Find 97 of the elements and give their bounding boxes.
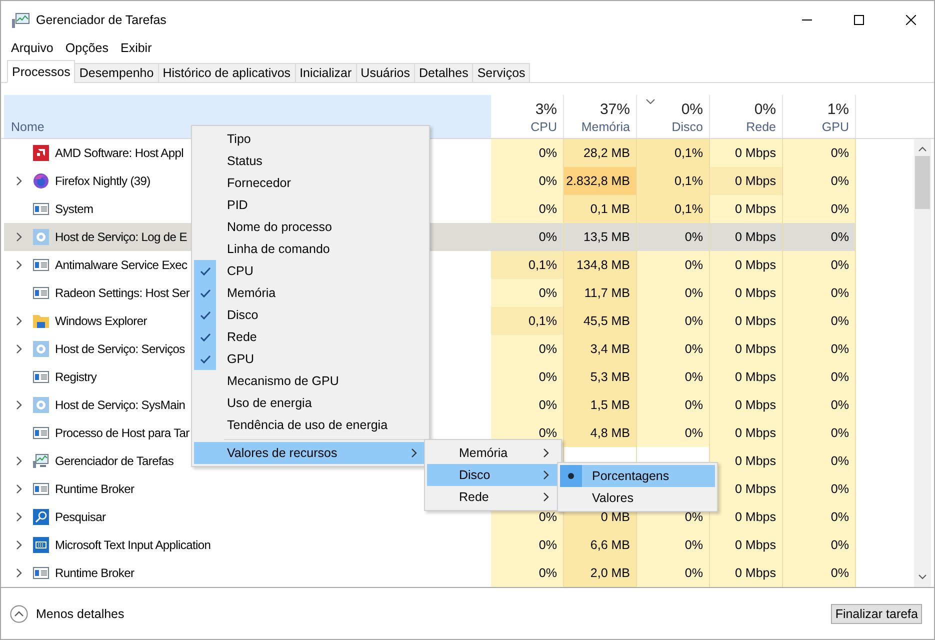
table-cell: 0% — [491, 391, 564, 419]
process-name: Processo de Host para Tar — [55, 426, 190, 440]
process-name: Windows Explorer — [55, 314, 147, 328]
table-cell: 0 Mbps — [710, 223, 783, 251]
table-cell: 0 Mbps — [710, 559, 783, 587]
table-cell: 0 Mbps — [710, 279, 783, 307]
column-percent: 37% — [600, 101, 630, 118]
table-cell: 0% — [491, 139, 564, 167]
table-cell: 0% — [783, 475, 856, 503]
table-cell: 0% — [491, 559, 564, 587]
table-cell: 1,5 MB — [564, 391, 637, 419]
table-cell: 0% — [783, 195, 856, 223]
process-name: System — [55, 202, 94, 216]
table-cell: 0% — [637, 419, 710, 447]
table-cell: 28,2 MB — [564, 139, 637, 167]
table-cell: 0% — [783, 139, 856, 167]
table-cell: 4,8 MB — [564, 419, 637, 447]
table-cell: 13,5 MB — [564, 223, 637, 251]
table-cell: 5,3 MB — [564, 363, 637, 391]
process-name: Host de Serviço: SysMain — [55, 398, 186, 412]
process-name: Firefox Nightly (39) — [55, 174, 150, 188]
column-label: Rede — [746, 120, 776, 134]
table-cell: 0% — [783, 279, 856, 307]
table-cell: 0 Mbps — [710, 251, 783, 279]
table-cell: 0% — [783, 447, 856, 475]
process-name: Antimalware Service Exec — [55, 258, 188, 272]
table-cell: 0 Mbps — [710, 167, 783, 195]
column-percent: 0% — [754, 101, 776, 118]
table-cell: 0% — [637, 363, 710, 391]
table-cell: 0% — [783, 335, 856, 363]
process-name: Registry — [55, 370, 97, 384]
table-cell: 0% — [783, 559, 856, 587]
table-cell: 0% — [491, 195, 564, 223]
window-title: Gerenciador de Tarefas — [36, 13, 168, 27]
table-cell: 0% — [637, 559, 710, 587]
table-cell: 0 Mbps — [710, 531, 783, 559]
table-cell: 0,1 MB — [564, 195, 637, 223]
table-cell: 0 Mbps — [710, 419, 783, 447]
process-name: Host de Serviço: Log de E — [55, 230, 187, 244]
table-cell: 0 Mbps — [710, 195, 783, 223]
table-cell: 0 Mbps — [710, 335, 783, 363]
table-cell: 3,4 MB — [564, 335, 637, 363]
table-cell: 0 Mbps — [710, 307, 783, 335]
table-cell: 0% — [783, 531, 856, 559]
process-name: Gerenciador de Tarefas — [55, 454, 174, 468]
process-name: Microsoft Text Input Application — [55, 538, 211, 552]
table-cell: 0% — [637, 307, 710, 335]
table-cell: 0% — [783, 391, 856, 419]
process-name: Pesquisar — [55, 510, 106, 524]
process-name: AMD Software: Host Appl — [55, 146, 184, 160]
table-cell: 0 Mbps — [710, 447, 783, 475]
process-name: Host de Serviço: Serviços — [55, 342, 185, 356]
table-cell: 0% — [491, 167, 564, 195]
process-name: Radeon Settings: Host Ser — [55, 286, 190, 300]
column-label: CPU — [530, 120, 557, 134]
column-label: Memória — [581, 120, 630, 134]
table-cell: 0% — [783, 419, 856, 447]
column-percent: 0% — [681, 101, 703, 118]
table-cell: 0% — [783, 503, 856, 531]
table-cell: 0% — [637, 279, 710, 307]
column-percent: 1% — [827, 101, 849, 118]
table-cell: 134,8 MB — [564, 251, 637, 279]
table-cell: 0 Mbps — [710, 139, 783, 167]
table-cell: 0% — [783, 167, 856, 195]
table-cell: 0,1% — [491, 307, 564, 335]
table-cell: 0,1% — [491, 251, 564, 279]
column-percent: 3% — [535, 101, 557, 118]
table-cell: 0 Mbps — [710, 363, 783, 391]
table-cell: 0% — [637, 531, 710, 559]
table-cell: 0% — [637, 391, 710, 419]
table-cell: 0,1% — [637, 139, 710, 167]
table-cell: 0% — [491, 363, 564, 391]
table-cell: 6,6 MB — [564, 531, 637, 559]
table-cell: 0% — [491, 223, 564, 251]
table-cell: 0% — [783, 307, 856, 335]
column-label: Disco — [672, 120, 703, 134]
table-cell: 2.832,8 MB — [564, 167, 637, 195]
table-cell: 45,5 MB — [564, 307, 637, 335]
table-cell: 0% — [637, 223, 710, 251]
column-label: Nome — [11, 120, 44, 134]
table-cell: 11,7 MB — [564, 279, 637, 307]
table-cell: 0,1% — [637, 167, 710, 195]
table-cell: 0% — [783, 363, 856, 391]
table-cell: 0% — [783, 223, 856, 251]
table-cell: 0% — [637, 251, 710, 279]
table-cell: 0% — [491, 335, 564, 363]
table-cell: 0 Mbps — [710, 391, 783, 419]
table-cell: 0,1% — [637, 195, 710, 223]
table-cell: 0 Mbps — [710, 503, 783, 531]
table-cell: 0% — [783, 251, 856, 279]
process-name: Runtime Broker — [55, 482, 134, 496]
table-cell: 2,0 MB — [564, 559, 637, 587]
table-cell: 0% — [491, 531, 564, 559]
table-cell: 0% — [491, 279, 564, 307]
process-name: Runtime Broker — [55, 566, 134, 580]
column-label: GPU — [822, 120, 849, 134]
table-cell: 0% — [637, 335, 710, 363]
